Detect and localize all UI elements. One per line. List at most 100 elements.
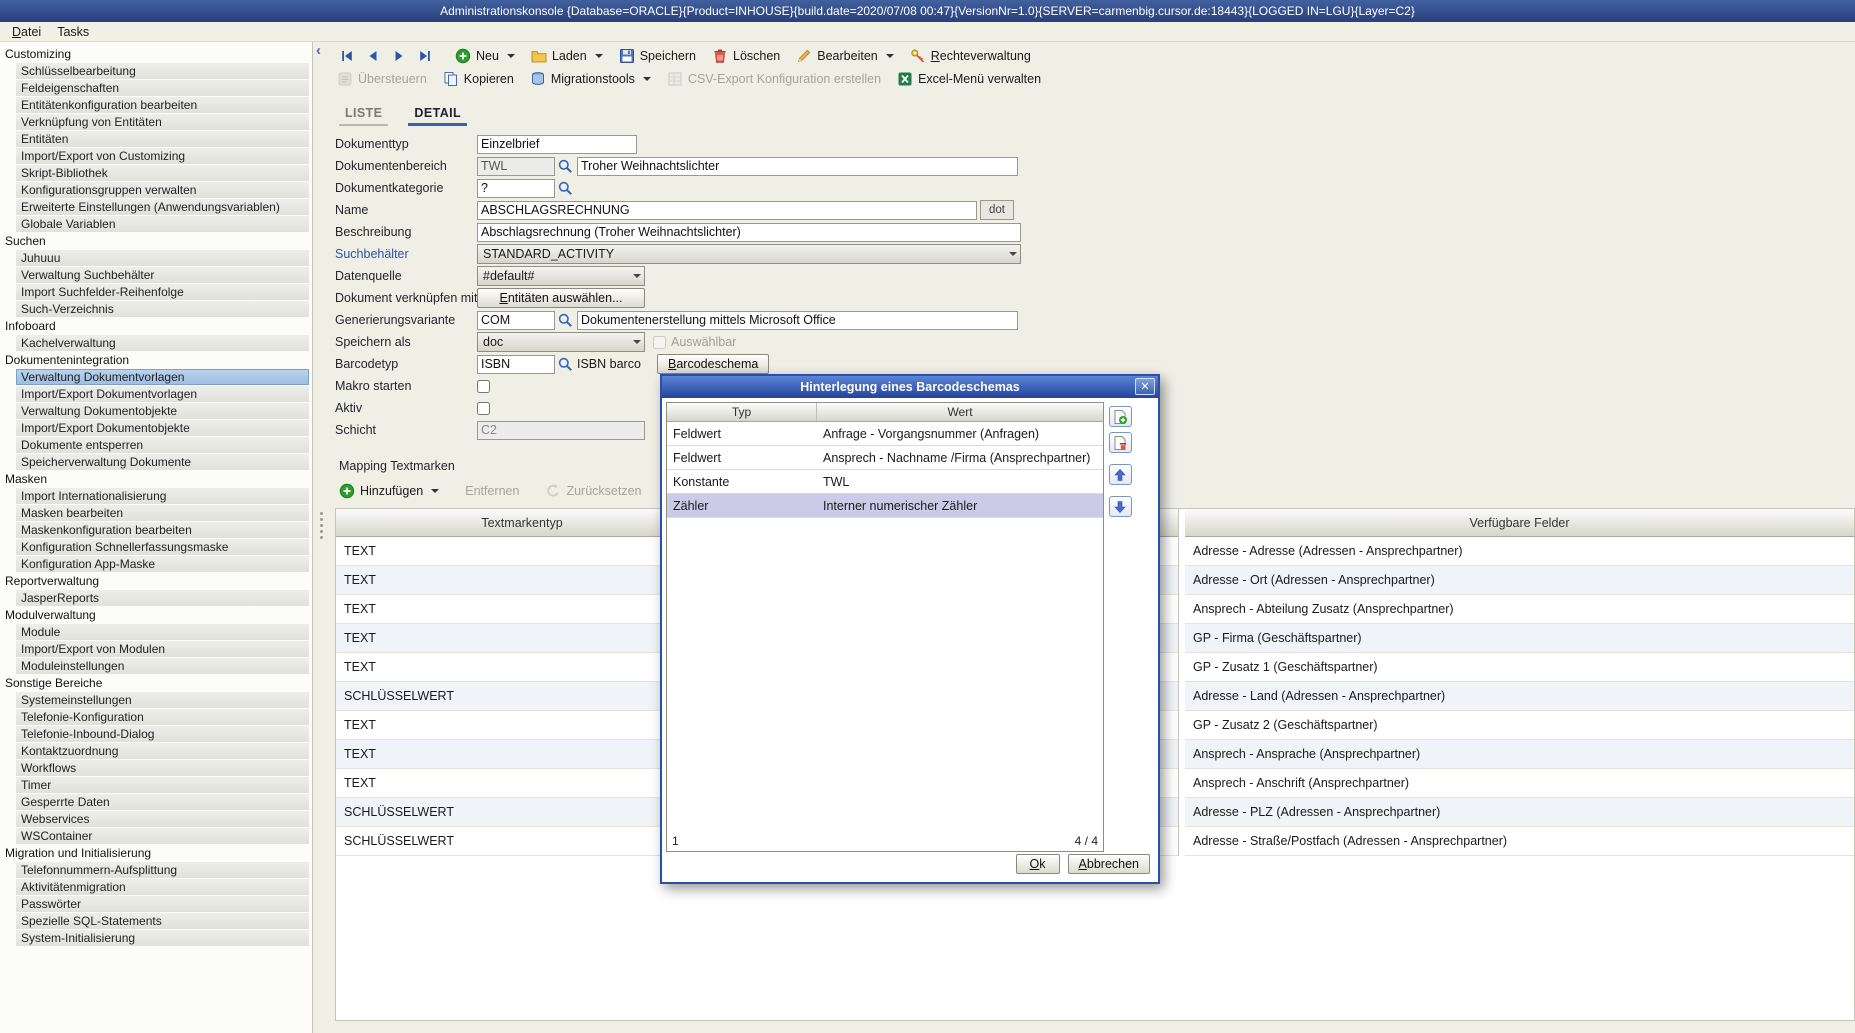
sidebar-item[interactable]: Maskenkonfiguration bearbeiten <box>16 522 309 538</box>
sidebar-section-header[interactable]: Migration und Initialisierung <box>0 845 312 861</box>
sidebar-item[interactable]: Telefonie-Inbound-Dialog <box>16 726 309 742</box>
barcodetyp-code-input[interactable] <box>477 355 555 374</box>
nav-first-button[interactable] <box>337 47 357 65</box>
barcodeschema-button[interactable]: Barcodeschema <box>657 354 769 374</box>
sidebar-section-header[interactable]: Masken <box>0 471 312 487</box>
sidebar-item[interactable]: Workflows <box>16 760 309 776</box>
nav-prev-button[interactable] <box>363 47 383 65</box>
sidebar-item[interactable]: Entitätenkonfiguration bearbeiten <box>16 97 309 113</box>
sidebar-item[interactable]: Gesperrte Daten <box>16 794 309 810</box>
sidebar-item[interactable]: Import Internationalisierung <box>16 488 309 504</box>
sidebar-item[interactable]: Skript-Bibliothek <box>16 165 309 181</box>
sidebar-item[interactable]: Aktivitätenmigration <box>16 879 309 895</box>
move-up-button[interactable] <box>1109 464 1132 485</box>
menu-datei[interactable]: Datei <box>4 24 49 40</box>
speichern-button[interactable]: Speichern <box>619 48 696 64</box>
sidebar-item[interactable]: System-Initialisierung <box>16 930 309 946</box>
sidebar-item[interactable]: Kachelverwaltung <box>16 335 309 351</box>
sidebar-item[interactable]: Konfiguration Schnellerfassungsmaske <box>16 539 309 555</box>
chevron-down-icon[interactable] <box>886 54 894 58</box>
dokumentenbereich-code-input[interactable] <box>477 157 555 176</box>
sidebar-item[interactable]: Verwaltung Dokumentvorlagen <box>16 369 309 385</box>
suchbehaelter-select[interactable]: STANDARD_ACTIVITY <box>477 244 1021 264</box>
table-row[interactable]: Zähler Interner numerischer Zähler <box>667 494 1103 518</box>
laden-button[interactable]: Laden <box>531 48 603 64</box>
sidebar-item[interactable]: Such-Verzeichnis <box>16 301 309 317</box>
tab-detail[interactable]: DETAIL <box>408 104 467 126</box>
table-row[interactable]: GP - Zusatz 2 (Geschäftspartner) <box>1185 711 1854 740</box>
chevron-down-icon[interactable] <box>431 489 439 493</box>
datenquelle-select[interactable]: #default# <box>477 266 645 286</box>
sidebar-item[interactable]: Globale Variablen <box>16 216 309 232</box>
sidebar-item[interactable]: Timer <box>16 777 309 793</box>
splitter-grip-icon[interactable] <box>320 512 323 515</box>
sidebar-item[interactable]: Telefonnummern-Aufsplittung <box>16 862 309 878</box>
sidebar-item[interactable]: Import/Export von Customizing <box>16 148 309 164</box>
sidebar-item[interactable]: Moduleinstellungen <box>16 658 309 674</box>
nav-last-button[interactable] <box>415 47 435 65</box>
chevron-down-icon[interactable] <box>643 77 651 81</box>
table-row[interactable]: Ansprech - Abteilung Zusatz (Ansprechpar… <box>1185 595 1854 624</box>
aktiv-checkbox[interactable] <box>477 402 490 415</box>
sidebar-section-header[interactable]: Customizing <box>0 46 312 62</box>
sidebar-item[interactable]: Module <box>16 624 309 640</box>
sidebar-item[interactable]: Feldeigenschaften <box>16 80 309 96</box>
bearbeiten-button[interactable]: Bearbeiten <box>796 48 893 64</box>
table-row[interactable]: Konstante TWL <box>667 470 1103 494</box>
sidebar-section-header[interactable]: Modulverwaltung <box>0 607 312 623</box>
name-input[interactable] <box>477 201 977 220</box>
loeschen-button[interactable]: Löschen <box>712 48 780 64</box>
sidebar-section-header[interactable]: Reportverwaltung <box>0 573 312 589</box>
table-row[interactable]: Adresse - Adresse (Adressen - Ansprechpa… <box>1185 537 1854 566</box>
table-row[interactable]: Adresse - Ort (Adressen - Ansprechpartne… <box>1185 566 1854 595</box>
sidebar-section-header[interactable]: Infoboard <box>0 318 312 334</box>
barcodetyp-lookup-button[interactable] <box>555 355 575 373</box>
sidebar-splitter[interactable]: ‹ <box>313 42 329 1033</box>
sidebar-item[interactable]: Import Suchfelder-Reihenfolge <box>16 284 309 300</box>
sidebar-item[interactable]: Konfigurationsgruppen verwalten <box>16 182 309 198</box>
beschreibung-input[interactable] <box>477 223 1021 242</box>
sidebar-item[interactable]: Passwörter <box>16 896 309 912</box>
table-row[interactable]: Ansprech - Anschrift (Ansprechpartner) <box>1185 769 1854 798</box>
sidebar-item[interactable]: Webservices <box>16 811 309 827</box>
table-row[interactable]: Feldwert Ansprech - Nachname /Firma (Ans… <box>667 446 1103 470</box>
ok-button[interactable]: Ok <box>1016 854 1060 874</box>
sidebar-item[interactable]: Konfiguration App-Maske <box>16 556 309 572</box>
rechteverwaltung-button[interactable]: Rechteverwaltung <box>910 48 1031 64</box>
dokumentkategorie-code-input[interactable] <box>477 179 555 198</box>
dokumentkategorie-lookup-button[interactable] <box>555 179 575 197</box>
sidebar-item[interactable]: Masken bearbeiten <box>16 505 309 521</box>
table-row[interactable]: GP - Zusatz 1 (Geschäftspartner) <box>1185 653 1854 682</box>
sidebar-item[interactable]: Speicherverwaltung Dokumente <box>16 454 309 470</box>
table-row[interactable]: Adresse - Land (Adressen - Ansprechpartn… <box>1185 682 1854 711</box>
cancel-button[interactable]: Abbrechen <box>1068 854 1150 874</box>
menu-tasks[interactable]: Tasks <box>49 24 97 40</box>
hinzufuegen-button[interactable]: Hinzufügen <box>339 483 439 499</box>
sidebar-item[interactable]: Import/Export Dokumentvorlagen <box>16 386 309 402</box>
sidebar-item[interactable]: Kontaktzuordnung <box>16 743 309 759</box>
sidebar-item[interactable]: Erweiterte Einstellungen (Anwendungsvari… <box>16 199 309 215</box>
sidebar-item[interactable]: Verwaltung Dokumentobjekte <box>16 403 309 419</box>
sidebar-item[interactable]: Import/Export Dokumentobjekte <box>16 420 309 436</box>
sidebar-section-header[interactable]: Suchen <box>0 233 312 249</box>
dokumenttyp-input[interactable] <box>477 135 637 154</box>
chevron-down-icon[interactable] <box>595 54 603 58</box>
nav-next-button[interactable] <box>389 47 409 65</box>
kopieren-button[interactable]: Kopieren <box>443 71 514 87</box>
sidebar-item[interactable]: Spezielle SQL-Statements <box>16 913 309 929</box>
sidebar-item[interactable]: Systemeinstellungen <box>16 692 309 708</box>
delete-row-button[interactable] <box>1109 432 1132 453</box>
table-row[interactable]: Ansprech - Ansprache (Ansprechpartner) <box>1185 740 1854 769</box>
migrationstools-button[interactable]: Migrationstools <box>530 71 651 87</box>
table-row[interactable]: GP - Firma (Geschäftspartner) <box>1185 624 1854 653</box>
add-row-button[interactable] <box>1109 406 1132 427</box>
sidebar-section-header[interactable]: Dokumentenintegration <box>0 352 312 368</box>
table-row[interactable]: Adresse - PLZ (Adressen - Ansprechpartne… <box>1185 798 1854 827</box>
sidebar-item[interactable]: Verknüpfung von Entitäten <box>16 114 309 130</box>
table-row[interactable]: Adresse - Straße/Postfach (Adressen - An… <box>1185 827 1854 856</box>
generierungsvariante-code-input[interactable] <box>477 311 555 330</box>
excel-menu-button[interactable]: Excel-Menü verwalten <box>897 71 1041 87</box>
dokumentenbereich-text-input[interactable] <box>577 157 1018 176</box>
sidebar-item[interactable]: Telefonie-Konfiguration <box>16 709 309 725</box>
sidebar-item[interactable]: Schlüsselbearbeitung <box>16 63 309 79</box>
